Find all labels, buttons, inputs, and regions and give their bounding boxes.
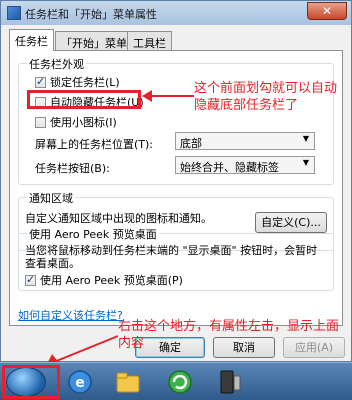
- annotation-note-1-line-1: 这个前面划勾就可以自动: [194, 81, 338, 96]
- position-select[interactable]: 底部 ▼: [175, 132, 315, 150]
- position-value: 底部: [180, 137, 202, 150]
- taskbar-properties-icon: [7, 6, 21, 20]
- start-button-highlight: [2, 365, 60, 399]
- tab-taskbar[interactable]: 任务栏: [9, 29, 54, 51]
- tab-start-menu[interactable]: 「开始」菜单: [55, 31, 133, 50]
- peek-option[interactable]: 使用 Aero Peek 预览桌面(P): [25, 272, 183, 288]
- peek-group-title: 使用 Aero Peek 预览桌面: [27, 226, 159, 242]
- close-button[interactable]: ✕: [307, 2, 347, 20]
- lock-taskbar-option[interactable]: 锁定任务栏(L): [35, 74, 120, 90]
- small-icons-label: 使用小图标(I): [50, 116, 117, 129]
- lock-taskbar-checkbox[interactable]: [35, 75, 46, 88]
- peek-checkbox[interactable]: [25, 273, 36, 286]
- properties-dialog: 任务栏和「开始」菜单属性 ✕ 任务栏 「开始」菜单 工具栏 任务栏外观 锁定任务…: [0, 0, 352, 362]
- apply-button[interactable]: 应用(A): [283, 337, 345, 358]
- lock-taskbar-label: 锁定任务栏(L): [50, 76, 120, 89]
- chevron-down-icon: ▼: [302, 158, 309, 167]
- ok-button[interactable]: 确定: [135, 337, 205, 358]
- annotation-note-1-line-2: 隐藏底部任务栏了: [194, 98, 299, 113]
- auto-hide-highlight: [27, 90, 141, 109]
- notify-group-title: 通知区域: [27, 190, 75, 206]
- notify-description: 自定义通知区域中出现的图标和通知。: [25, 212, 212, 225]
- peek-label: 使用 Aero Peek 预览桌面(P): [40, 274, 183, 287]
- refresh-icon[interactable]: [166, 368, 194, 396]
- small-icons-option[interactable]: 使用小图标(I): [35, 114, 117, 130]
- help-link[interactable]: 如何自定义该任务栏?: [18, 307, 123, 323]
- peek-group: 使用 Aero Peek 预览桌面 当您将鼠标移动到任务栏末端的 "显示桌面" …: [18, 226, 334, 291]
- svg-text:e: e: [75, 375, 85, 391]
- buttons-select[interactable]: 始终合并、隐藏标签 ▼: [175, 156, 315, 174]
- buttons-label: 任务栏按钮(B):: [35, 162, 110, 175]
- window-title: 任务栏和「开始」菜单属性: [25, 8, 157, 21]
- cancel-button[interactable]: 取消: [213, 337, 275, 358]
- chevron-down-icon: ▼: [302, 134, 309, 143]
- internet-explorer-icon[interactable]: e: [66, 368, 94, 396]
- small-icons-checkbox[interactable]: [35, 116, 46, 128]
- windows-taskbar[interactable]: e: [0, 362, 352, 400]
- position-label: 屏幕上的任务栏位置(T):: [35, 138, 154, 151]
- appearance-group-title: 任务栏外观: [27, 56, 86, 72]
- customize-button[interactable]: 自定义(C)...: [255, 212, 327, 233]
- annotation-note-2-line-1: 右击这个地方，有属性左击，显示上面: [118, 319, 340, 334]
- peek-description-2: 查看桌面。: [25, 257, 80, 270]
- title-bar[interactable]: 任务栏和「开始」菜单属性 ✕: [1, 1, 351, 25]
- annotation-note-2-line-2: 内容: [118, 336, 145, 351]
- tab-toolbars[interactable]: 工具栏: [127, 31, 172, 50]
- computer-icon[interactable]: [216, 368, 244, 396]
- buttons-value: 始终合并、隐藏标签: [180, 161, 279, 174]
- folder-icon[interactable]: [114, 368, 142, 396]
- arrow-left-icon: [142, 90, 194, 102]
